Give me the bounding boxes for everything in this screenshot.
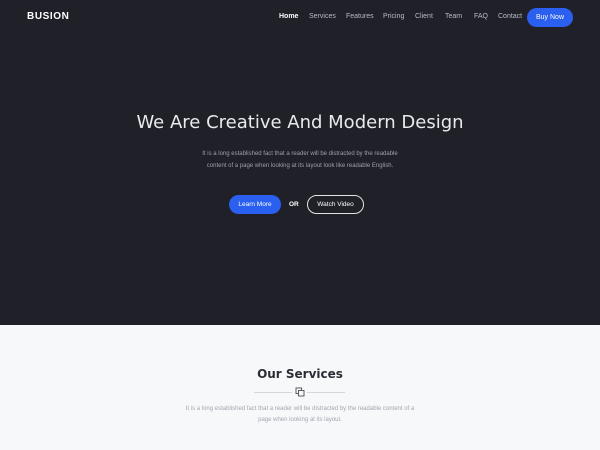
brand-logo[interactable]: BUSION [27, 11, 70, 22]
nav-link-pricing[interactable]: Pricing [383, 13, 404, 20]
section-divider [0, 386, 600, 398]
nav-link-contact[interactable]: Contact [498, 13, 522, 20]
nav-link-faq[interactable]: FAQ [474, 13, 488, 20]
nav-link-team[interactable]: Team [445, 13, 462, 20]
services-title: Our Services [257, 367, 343, 381]
services-section: Our Services It is a long established fa… [0, 325, 600, 450]
services-description: It is a long established fact that a rea… [185, 406, 415, 423]
nav-link-features[interactable]: Features [346, 13, 374, 20]
copy-icon [295, 387, 305, 397]
learn-more-button[interactable]: Learn More [229, 195, 281, 214]
hero-description: It is a long established fact that a rea… [202, 151, 398, 169]
hero-title: We Are Creative And Modern Design [136, 112, 464, 133]
or-separator: OR [289, 201, 299, 208]
divider-line-left [254, 392, 292, 393]
nav-link-home[interactable]: Home [279, 13, 298, 20]
hero-actions: Learn More OR Watch Video [0, 195, 600, 215]
nav-link-client[interactable]: Client [415, 13, 433, 20]
buy-now-button[interactable]: Buy Now [527, 8, 573, 27]
watch-video-button[interactable]: Watch Video [307, 195, 364, 214]
divider-line-right [307, 392, 345, 393]
hero-section: BUSION Home Services Features Pricing Cl… [0, 0, 600, 325]
nav-link-services[interactable]: Services [309, 13, 336, 20]
navbar: BUSION Home Services Features Pricing Cl… [0, 0, 600, 34]
